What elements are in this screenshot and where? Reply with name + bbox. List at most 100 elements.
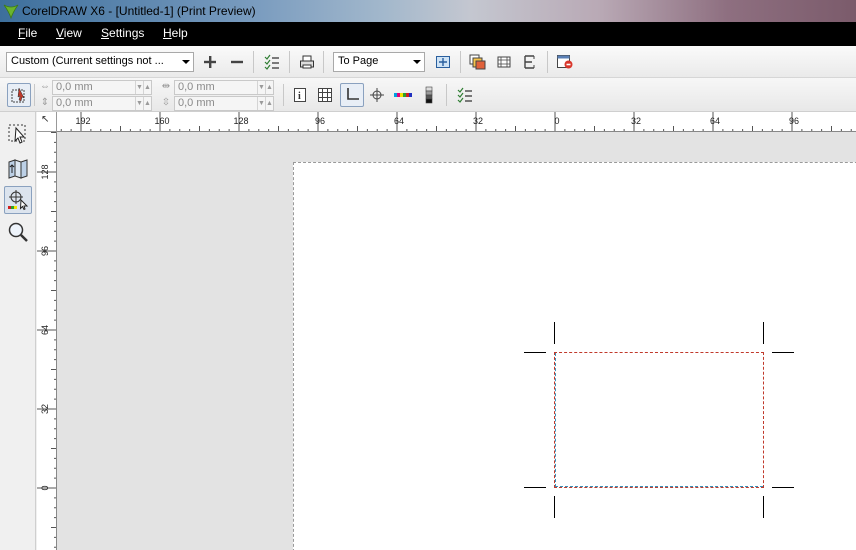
coreldraw-app-icon [3,4,19,19]
checklist-icon [264,54,279,70]
spin-down-icon: ▼ [257,81,265,94]
ruler-label: 96 [315,116,325,126]
info-icon: i [294,88,306,102]
chevron-down-icon [413,60,421,64]
height-icon: ⇳ [161,97,171,108]
height-field[interactable]: 0,0 mm ▼ ▲ [174,96,274,111]
property-bar: ⇔ 0,0 mm ▼ ▲ ⇕ 0,0 mm ▼ ▲ ⇹ 0,0 mm ▼ ▲ ⇳ 0,… [0,78,856,112]
menu-settings[interactable]: Settings [101,26,144,40]
menu-view-mnemonic: V [56,26,64,40]
imposition-layout-icon [8,159,28,179]
y-spinner[interactable]: ▼ ▲ [135,97,151,110]
menu-file-label: ile [25,26,38,40]
x-spinner[interactable]: ▼ ▲ [135,81,151,94]
crop-marks-icon [347,88,359,100]
registration-marks-button[interactable] [367,85,387,105]
svg-text:i: i [298,91,301,102]
mirror-button[interactable] [520,52,540,72]
preview-canvas[interactable] [57,132,856,550]
ruler-label: 160 [154,116,169,126]
crop-mark-bottom-left-vertical [554,496,555,518]
ruler-origin-corner[interactable]: ↖ [37,112,57,132]
menu-help[interactable]: Help [163,26,188,40]
densitometer-scales-button[interactable] [419,85,439,105]
pick-tool-button[interactable] [7,83,31,107]
ruler-label: 32 [631,116,641,126]
zoom-combo[interactable]: To Page [333,52,425,72]
marks-print-options-button[interactable] [455,85,475,105]
imposition-layout-tool[interactable] [4,154,32,182]
vertical-ruler: 128 96 64 32 0 [37,132,57,550]
width-spinner[interactable]: ▼ ▲ [257,81,273,94]
grid-icon [318,88,332,102]
marks-placement-icon [8,190,29,211]
crop-mark-top-left-horizontal [524,352,546,353]
printer-icon [300,55,314,69]
x-position-icon: ⇔ [40,81,50,92]
print-area-rectangle[interactable] [554,352,764,488]
full-screen-button[interactable] [433,52,453,72]
marks-placement-tool[interactable] [4,186,32,214]
menu-view[interactable]: View [56,26,82,40]
registration-mark-icon [370,88,384,102]
menu-view-label: iew [63,26,82,40]
color-calibration-bar-button[interactable] [393,85,413,105]
color-separations-button[interactable] [468,52,488,72]
crop-marks-button[interactable] [340,83,364,107]
toolbar-separator [253,51,254,73]
y-position-icon: ⇕ [40,97,50,108]
crop-mark-top-right-vertical [763,322,764,344]
print-style-combo[interactable]: Custom (Current settings not ... [6,52,194,72]
ruler-origin-icon: ↖ [41,114,50,125]
ruler-label: 32 [40,404,50,414]
checklist-icon [457,87,472,103]
crop-mark-bottom-right-vertical [763,496,764,518]
remove-style-button[interactable] [227,52,247,72]
close-print-preview-icon [557,55,573,69]
x-position-field[interactable]: 0,0 mm ▼ ▲ [52,80,152,95]
zoom-value: To Page [338,55,379,67]
toolbar-separator [283,84,284,106]
color-bar-icon [394,93,412,97]
horizontal-ruler: 192 160 128 96 64 32 0 32 64 96 [57,112,856,132]
standard-toolbar: Custom (Current settings not ... To Page [0,46,856,78]
spin-down-icon: ▼ [135,97,143,110]
toolbar-separator [34,84,35,106]
chevron-down-icon [182,60,190,64]
close-print-preview-button[interactable] [555,52,575,72]
invert-icon [497,56,511,68]
zoom-tool[interactable] [4,218,32,246]
toolbar-separator [547,51,548,73]
height-spinner[interactable]: ▼ ▲ [257,97,273,110]
width-field[interactable]: 0,0 mm ▼ ▲ [174,80,274,95]
ruler-label: 96 [40,246,50,256]
spin-down-icon: ▼ [135,81,143,94]
height-value: 0,0 mm [178,97,215,109]
invert-button[interactable] [494,52,514,72]
ruler-label: 32 [473,116,483,126]
print-options-button[interactable] [262,52,282,72]
spin-up-icon: ▲ [143,97,151,110]
pick-tool[interactable] [4,120,32,148]
page-numbers-button[interactable] [315,85,335,105]
x-position-value: 0,0 mm [56,81,93,93]
ruler-label: 128 [40,164,50,179]
y-position-field[interactable]: 0,0 mm ▼ ▲ [52,96,152,111]
menu-file[interactable]: File [18,26,37,40]
full-screen-icon [436,56,450,68]
ruler-label: 64 [40,325,50,335]
spin-down-icon: ▼ [257,97,265,110]
spin-up-icon: ▲ [265,97,273,110]
menu-bar: File View Settings Help [0,22,856,46]
print-file-info-button[interactable]: i [290,85,310,105]
horizontal-ruler-ticks: 192 160 128 96 64 32 0 32 64 96 [60,112,852,131]
print-button[interactable] [297,52,317,72]
crop-mark-top-left-vertical [554,322,555,344]
width-value: 0,0 mm [178,81,215,93]
add-style-button[interactable] [200,52,220,72]
spin-up-icon: ▲ [143,81,151,94]
toolbar-separator [446,84,447,106]
density-scale-icon [425,86,433,104]
color-separations-icon [469,54,486,70]
crop-mark-bottom-left-horizontal [524,487,546,488]
